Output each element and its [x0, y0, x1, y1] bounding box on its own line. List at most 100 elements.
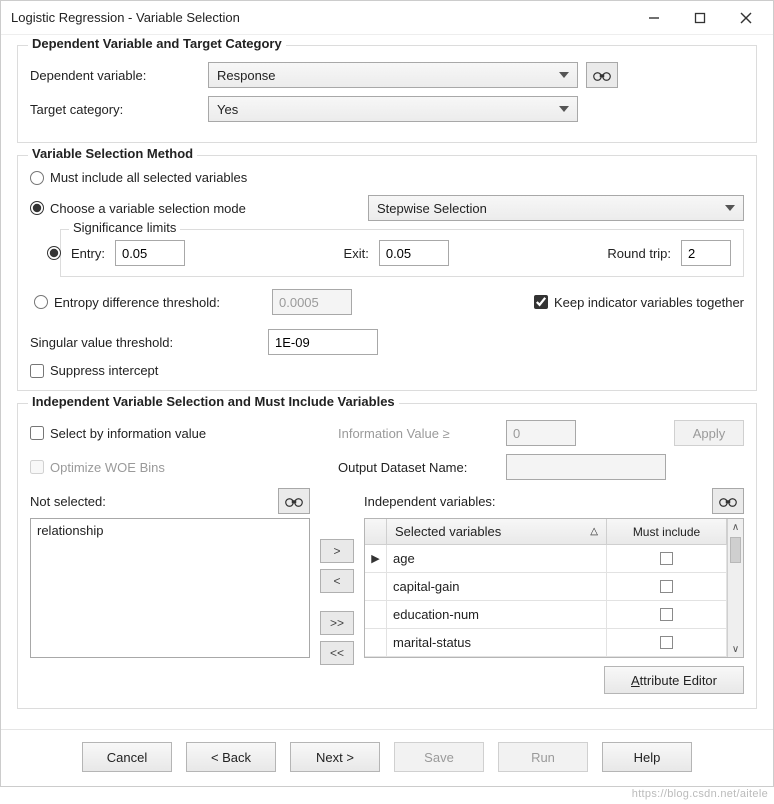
exit-label: Exit: [344, 246, 369, 261]
row-marker [365, 629, 387, 656]
attribute-editor-label: Attribute Editor [631, 673, 717, 688]
suppress-intercept-label: Suppress intercept [50, 363, 158, 378]
not-selected-label: Not selected: [30, 494, 270, 509]
radio-include-all-label: Must include all selected variables [50, 170, 247, 185]
group-selection-method: Variable Selection Method Must include a… [17, 155, 757, 391]
keep-indicator-label: Keep indicator variables together [554, 295, 744, 310]
output-dataset-label: Output Dataset Name: [338, 460, 498, 475]
watermark: https://blog.csdn.net/aitele [632, 788, 768, 800]
table-row[interactable]: capital-gain [365, 573, 727, 601]
cell-must-include[interactable] [607, 545, 727, 572]
significance-limits-title: Significance limits [69, 220, 180, 235]
group-selection-method-title: Variable Selection Method [28, 146, 197, 161]
grid-col-selected[interactable]: Selected variables △ [387, 519, 607, 544]
table-row[interactable]: marital-status [365, 629, 727, 657]
cell-variable-name: education-num [387, 601, 607, 628]
round-trip-label: Round trip: [607, 246, 671, 261]
selection-mode-value: Stepwise Selection [377, 201, 487, 216]
row-marker [365, 601, 387, 628]
binoculars-icon [593, 68, 611, 82]
help-button[interactable]: Help [602, 742, 692, 772]
scroll-thumb[interactable] [730, 537, 741, 563]
dependent-variable-select[interactable]: Response [208, 62, 578, 88]
select-by-iv-checkbox[interactable] [30, 426, 44, 440]
iv-ge-label: Information Value ≥ [338, 426, 498, 441]
cell-must-include[interactable] [607, 601, 727, 628]
not-selected-search-button[interactable] [278, 488, 310, 514]
titlebar: Logistic Regression - Variable Selection [1, 1, 773, 35]
radio-include-all[interactable] [30, 171, 44, 185]
binoculars-icon [719, 494, 737, 508]
round-trip-input[interactable] [681, 240, 731, 266]
must-include-checkbox[interactable] [660, 636, 673, 649]
table-row[interactable]: education-num [365, 601, 727, 629]
must-include-checkbox[interactable] [660, 580, 673, 593]
keep-indicator-checkbox[interactable] [534, 295, 548, 309]
select-by-iv-label: Select by information value [50, 426, 206, 441]
svt-label: Singular value threshold: [30, 335, 260, 350]
selection-mode-select[interactable]: Stepwise Selection [368, 195, 744, 221]
cell-must-include[interactable] [607, 573, 727, 600]
scroll-up-icon[interactable]: ∧ [728, 519, 743, 535]
significance-limits-fieldset: Significance limits Entry: Exit: Round t… [60, 229, 744, 277]
independent-search-button[interactable] [712, 488, 744, 514]
dialog-window: Logistic Regression - Variable Selection… [0, 0, 774, 787]
entropy-label: Entropy difference threshold: [54, 295, 220, 310]
group-independent-title: Independent Variable Selection and Must … [28, 394, 399, 409]
move-all-right-button[interactable]: >> [320, 611, 354, 635]
back-button[interactable]: < Back [186, 742, 276, 772]
svt-input[interactable] [268, 329, 378, 355]
content-area: Dependent Variable and Target Category D… [1, 35, 773, 729]
move-right-button[interactable]: > [320, 539, 354, 563]
table-row[interactable]: ▶age [365, 545, 727, 573]
group-dependent: Dependent Variable and Target Category D… [17, 45, 757, 143]
scroll-down-icon[interactable]: ∨ [728, 641, 743, 657]
grid-row-marker-header [365, 519, 387, 544]
must-include-checkbox[interactable] [660, 608, 673, 621]
apply-button-label: Apply [693, 426, 726, 441]
attribute-editor-button[interactable]: Attribute Editor [604, 666, 744, 694]
scroll-track[interactable] [728, 565, 743, 641]
cell-variable-name: age [387, 545, 607, 572]
maximize-button[interactable] [677, 3, 723, 33]
radio-choose-mode[interactable] [30, 201, 44, 215]
entry-label: Entry: [71, 246, 105, 261]
move-left-button[interactable]: < [320, 569, 354, 593]
must-include-checkbox[interactable] [660, 552, 673, 565]
run-button: Run [498, 742, 588, 772]
close-button[interactable] [723, 3, 769, 33]
radio-entropy[interactable] [34, 295, 48, 309]
suppress-intercept-checkbox[interactable] [30, 364, 44, 378]
cell-must-include[interactable] [607, 629, 727, 656]
grid-header: Selected variables △ Must include [365, 519, 727, 545]
next-button[interactable]: Next > [290, 742, 380, 772]
cancel-button[interactable]: Cancel [82, 742, 172, 772]
not-selected-listbox[interactable]: relationship [30, 518, 310, 658]
grid-scrollbar[interactable]: ∧ ∨ [727, 519, 743, 657]
exit-input[interactable] [379, 240, 449, 266]
independent-variables-grid[interactable]: Selected variables △ Must include ▶ageca… [364, 518, 744, 658]
apply-button: Apply [674, 420, 744, 446]
output-dataset-input [506, 454, 666, 480]
group-independent: Independent Variable Selection and Must … [17, 403, 757, 709]
radio-choose-mode-label: Choose a variable selection mode [50, 201, 246, 216]
binoculars-icon [285, 494, 303, 508]
list-item[interactable]: relationship [37, 523, 303, 538]
move-all-left-button[interactable]: << [320, 641, 354, 665]
dependent-variable-value: Response [217, 68, 276, 83]
independent-variables-label: Independent variables: [364, 494, 704, 509]
cell-variable-name: marital-status [387, 629, 607, 656]
dependent-search-button[interactable] [586, 62, 618, 88]
entropy-input [272, 289, 352, 315]
entry-input[interactable] [115, 240, 185, 266]
save-button: Save [394, 742, 484, 772]
grid-col-must[interactable]: Must include [607, 519, 727, 544]
minimize-button[interactable] [631, 3, 677, 33]
radio-significance[interactable] [47, 246, 61, 260]
target-category-select[interactable]: Yes [208, 96, 578, 122]
sort-indicator-icon: △ [590, 526, 598, 537]
window-title: Logistic Regression - Variable Selection [11, 10, 631, 25]
dependent-variable-label: Dependent variable: [30, 68, 200, 83]
group-dependent-title: Dependent Variable and Target Category [28, 36, 286, 51]
wizard-button-bar: Cancel < Back Next > Save Run Help [1, 729, 773, 786]
